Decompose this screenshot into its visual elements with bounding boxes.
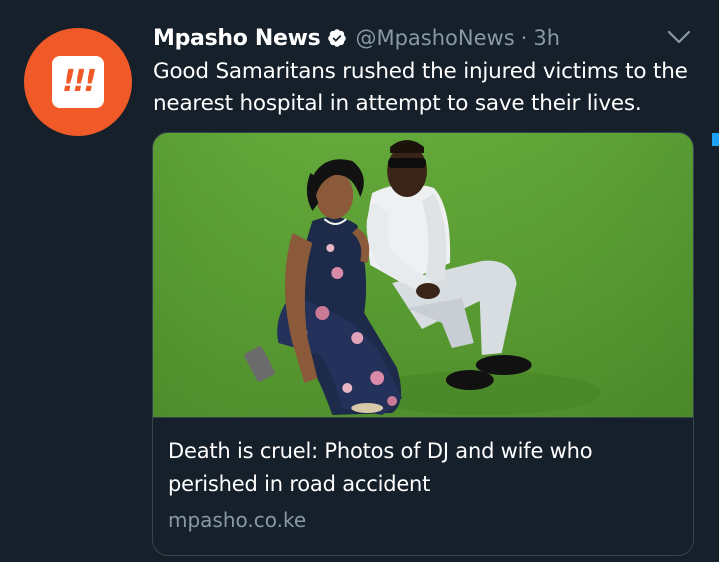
card-domain[interactable]: mpasho.co.ke xyxy=(168,508,306,532)
mpasho-logo-icon: !!! xyxy=(52,56,104,108)
accent-marker xyxy=(712,133,719,146)
separator-dot: · xyxy=(520,26,528,50)
chevron-down-icon[interactable] xyxy=(666,28,692,46)
tweet[interactable]: !!! Mpasho News @MpashoNews · 3h Good Sa… xyxy=(0,0,719,562)
avatar[interactable]: !!! xyxy=(24,28,132,136)
avatar-mark: !!! xyxy=(61,64,97,99)
tweet-header: Mpasho News @MpashoNews · 3h xyxy=(153,22,560,54)
author-name[interactable]: Mpasho News xyxy=(153,26,321,51)
card-divider xyxy=(153,417,693,418)
verified-badge-icon xyxy=(327,28,347,48)
tweet-text: Good Samaritans rushed the injured victi… xyxy=(153,59,688,116)
author-handle[interactable]: @MpashoNews xyxy=(355,26,514,50)
link-card[interactable]: Death is cruel: Photos of DJ and wife wh… xyxy=(152,132,694,556)
card-title[interactable]: Death is cruel: Photos of DJ and wife wh… xyxy=(168,435,678,501)
tweet-timestamp[interactable]: 3h xyxy=(533,26,560,50)
couple-photo xyxy=(153,133,693,417)
